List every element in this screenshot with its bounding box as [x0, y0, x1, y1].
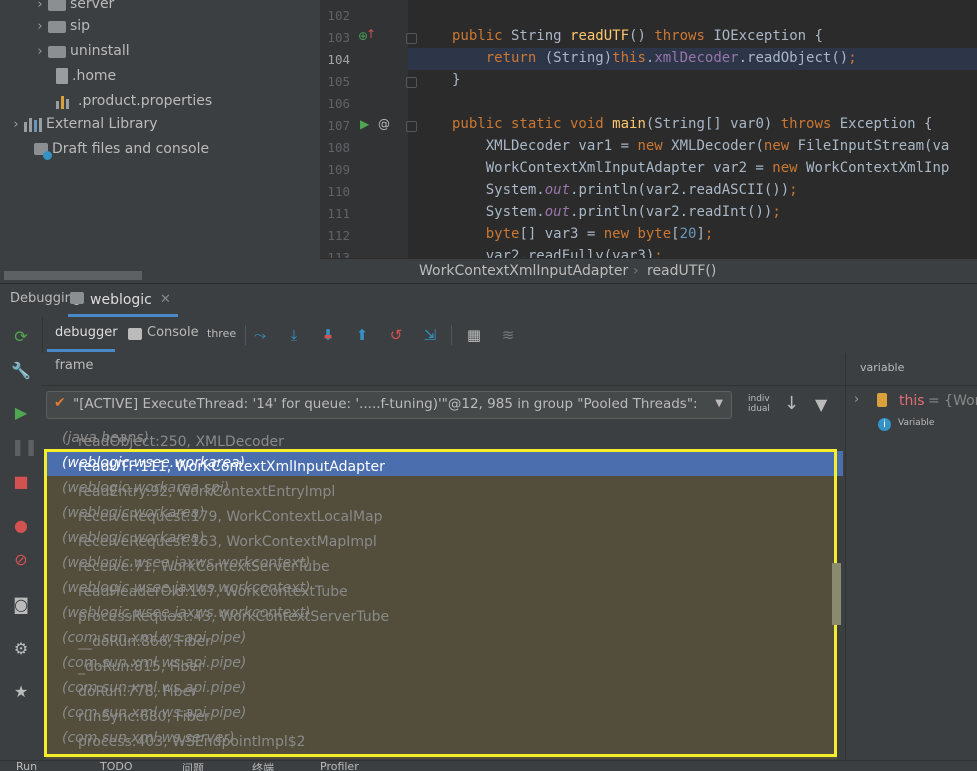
variables-header: variable: [860, 361, 905, 374]
tree-item-sip[interactable]: › sip: [32, 14, 90, 38]
line-number: 111: [327, 206, 350, 221]
resume-icon[interactable]: ▶: [11, 403, 31, 423]
line-number: 108: [327, 140, 350, 155]
line-number: 109: [327, 162, 350, 177]
run-icon[interactable]: ▶: [360, 117, 369, 131]
line-number: 102: [327, 8, 350, 23]
tree-item-external-library[interactable]: › External Library: [8, 112, 158, 136]
tree-item-uninstall[interactable]: › uninstall: [32, 39, 129, 63]
variable-this-name[interactable]: this: [899, 393, 925, 409]
fold-marker-icon[interactable]: [406, 121, 417, 132]
pin-star-icon[interactable]: ★: [11, 682, 31, 702]
folder-icon: [48, 21, 66, 33]
line-number: 104: [327, 52, 350, 67]
breadcrumb-method[interactable]: readUTF(): [647, 263, 716, 279]
breadcrumb-class[interactable]: WorkContextXmlInputAdapter: [419, 263, 628, 279]
override-arrow-icon[interactable]: ↑: [366, 27, 376, 41]
filter-icon[interactable]: ▼: [815, 395, 827, 414]
variable-this-value[interactable]: = {Work: [928, 393, 977, 409]
folder-icon: [48, 46, 66, 58]
tab-threads[interactable]: three: [207, 327, 236, 340]
expand-arrow-icon[interactable]: ›: [8, 117, 24, 132]
breadcrumb-separator-icon: ›: [633, 263, 639, 279]
project-tree: › server › sip › uninstall .home .produc…: [0, 0, 320, 262]
bottom-tab-todo[interactable]: TODO: [100, 761, 133, 771]
scratch-clock-icon: [34, 143, 52, 160]
rerun-icon[interactable]: ⟳: [11, 327, 31, 347]
evaluate-expression-icon[interactable]: ▦: [464, 325, 484, 345]
properties-file-icon: [56, 93, 74, 109]
bottom-tab-problems[interactable]: 问题: [182, 761, 204, 771]
individual-label[interactable]: indiv idual: [748, 394, 776, 414]
frame-row[interactable]: readObject:250, XMLDecoder (java.beans): [46, 426, 843, 451]
tree-item-draft-files[interactable]: Draft files and console: [34, 137, 209, 161]
thread-check-icon: ✔: [54, 395, 66, 411]
session-tab-weblogic[interactable]: weblogic ✕: [68, 284, 178, 317]
console-icon: [128, 328, 142, 340]
step-over-icon[interactable]: ⤓: [284, 325, 304, 345]
line-number: 103: [327, 30, 350, 45]
close-tab-icon[interactable]: ✕: [160, 292, 171, 307]
expand-arrow-icon[interactable]: ›: [854, 392, 859, 407]
step-out-icon[interactable]: ⬆: [352, 325, 372, 345]
debugger-toolbar: debugger Console three: [0, 317, 977, 354]
toolbar-divider: [245, 325, 246, 345]
code-editor[interactable]: 102 103 104 105 106 107 108 109 110 111 …: [320, 0, 977, 258]
debug-tool-header: Debugging: weblogic ✕: [0, 283, 977, 318]
camera-icon[interactable]: ◙: [11, 595, 31, 615]
line-number: 107: [327, 118, 350, 133]
toolbar-divider: [451, 325, 452, 345]
breadcrumb: WorkContextXmlInputAdapter › readUTF(): [320, 258, 977, 284]
variables-info-text: Variable: [898, 418, 935, 428]
fold-marker-icon[interactable]: [406, 33, 417, 44]
line-number: 110: [327, 184, 350, 199]
show-execution-point-icon[interactable]: ⤳: [250, 325, 270, 345]
pause-icon[interactable]: ❚❚: [11, 437, 38, 457]
tree-item-product-properties[interactable]: .product.properties: [56, 89, 212, 113]
bottom-tab-terminal[interactable]: 终端: [252, 761, 274, 771]
highlight-annotation-box: [44, 449, 837, 757]
sort-down-icon[interactable]: ↓: [784, 393, 799, 414]
force-step-into-icon[interactable]: ▬: [318, 327, 338, 347]
info-icon: i: [878, 418, 891, 431]
fold-marker-icon[interactable]: [406, 77, 417, 88]
view-breakpoints-icon[interactable]: ●: [11, 516, 31, 536]
bottom-tab-run[interactable]: Run: [16, 761, 37, 771]
file-icon: [56, 68, 68, 84]
thread-selector[interactable]: ✔ "[ACTIVE] ExecuteThread: '14' for queu…: [46, 391, 732, 419]
settings-gear-icon[interactable]: ⚙: [11, 639, 31, 659]
expand-arrow-icon[interactable]: ›: [32, 44, 48, 59]
line-number: 105: [327, 74, 350, 89]
line-number: 113: [327, 250, 350, 258]
frames-scrollbar[interactable]: [832, 563, 841, 625]
tree-scrollbar[interactable]: [4, 271, 142, 280]
line-number: 106: [327, 96, 350, 111]
line-number: 112: [327, 228, 350, 243]
trace-stream-icon[interactable]: ≋: [498, 325, 518, 345]
variables-divider: [846, 385, 977, 386]
run-to-cursor-icon[interactable]: ⇲: [420, 325, 440, 345]
tab-console[interactable]: Console: [126, 317, 199, 352]
variables-panel: variable › this = {Work i Variable: [845, 353, 977, 770]
bottom-tool-bar: Run TODO 问题 终端 Profiler: [0, 760, 977, 771]
field-icon: [877, 393, 887, 407]
tab-debugger[interactable]: debugger: [47, 317, 118, 352]
chevron-down-icon[interactable]: ▼: [715, 398, 723, 409]
library-icon: [24, 116, 42, 132]
tree-item-home[interactable]: .home: [56, 64, 116, 88]
modify-config-icon[interactable]: 🔧: [11, 361, 31, 381]
debug-session-icon: [70, 292, 84, 304]
frames-header-label: frame: [55, 358, 94, 373]
annotation-icon[interactable]: @: [378, 117, 390, 131]
expand-arrow-icon[interactable]: ›: [32, 19, 48, 34]
frames-header: frame: [42, 353, 845, 386]
expand-arrow-icon[interactable]: ›: [32, 0, 48, 12]
folder-icon: [48, 0, 66, 11]
drop-frame-icon[interactable]: ↺: [386, 325, 406, 345]
debug-left-toolbar: ⟳ 🔧 ▶ ❚❚ ■ ● ⊘ ◙ ⚙ ★: [0, 317, 43, 770]
bottom-tab-profiler[interactable]: Profiler: [320, 761, 359, 771]
stop-icon[interactable]: ■: [11, 472, 31, 492]
mute-breakpoints-icon[interactable]: ⊘: [11, 550, 31, 570]
